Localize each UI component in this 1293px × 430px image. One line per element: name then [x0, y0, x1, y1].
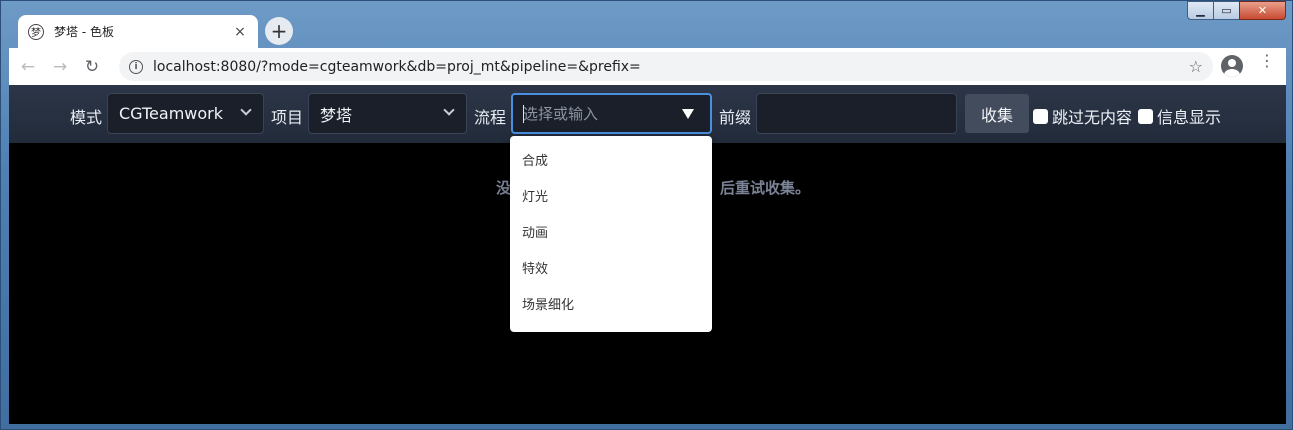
project-label: 项目: [271, 108, 304, 127]
url-text[interactable]: localhost:8080/?mode=cgteamwork&db=proj_…: [153, 59, 1189, 75]
dropdown-option[interactable]: 合成: [510, 144, 712, 180]
show-info-label: 信息显示: [1157, 108, 1222, 127]
status-message-start: 没: [496, 179, 512, 197]
new-tab-button[interactable]: +: [265, 17, 293, 45]
dropdown-triangle-icon[interactable]: [682, 109, 694, 119]
profile-avatar-icon[interactable]: [1221, 55, 1243, 77]
tab-close-icon[interactable]: ×: [232, 24, 248, 40]
dropdown-option[interactable]: 灯光: [510, 180, 712, 216]
collect-button[interactable]: 收集: [965, 94, 1029, 133]
skip-empty-label: 跳过无内容: [1052, 108, 1133, 127]
address-bar[interactable]: i localhost:8080/?mode=cgteamwork&db=pro…: [119, 52, 1213, 81]
mode-label: 模式: [70, 108, 103, 127]
minimize-icon[interactable]: ▁: [1187, 1, 1214, 20]
back-icon[interactable]: ←: [15, 54, 41, 80]
page-content: 模式 CGTeamwork 项目 梦塔 流程 选择或输入 前缀 收集 跳过无内容…: [9, 85, 1286, 424]
status-message-end: 后重试收集。: [720, 179, 811, 197]
tab-title: 梦塔 - 色板: [54, 25, 114, 39]
browser-menu-icon[interactable]: ⋮: [1259, 53, 1275, 77]
pipeline-combobox[interactable]: 选择或输入: [511, 93, 712, 134]
maximize-icon[interactable]: ▭: [1213, 1, 1240, 20]
reload-icon[interactable]: ↻: [79, 54, 105, 80]
browser-toolbar: ← → ↻ i localhost:8080/?mode=cgteamwork&…: [9, 48, 1286, 85]
dropdown-option[interactable]: 场景细化: [510, 288, 712, 324]
pipeline-label: 流程: [474, 108, 507, 127]
prefix-input[interactable]: [756, 93, 957, 134]
browser-window: ▁ ▭ ✕ 梦 梦塔 - 色板 × + ← → ↻ i localhost:80…: [0, 0, 1293, 430]
site-info-icon[interactable]: i: [129, 59, 143, 74]
show-info-checkbox[interactable]: [1138, 108, 1153, 124]
forward-icon[interactable]: →: [47, 54, 73, 80]
dropdown-option[interactable]: 特效: [510, 252, 712, 288]
browser-tab[interactable]: 梦 梦塔 - 色板 ×: [18, 15, 258, 48]
window-close-icon[interactable]: ✕: [1239, 1, 1286, 20]
bookmark-star-icon[interactable]: ☆: [1189, 57, 1203, 76]
mode-select-value: CGTeamwork: [119, 104, 224, 123]
text-caret: [523, 105, 524, 123]
prefix-label: 前缀: [719, 108, 752, 127]
skip-empty-checkbox[interactable]: [1033, 108, 1048, 124]
control-bar: 模式 CGTeamwork 项目 梦塔 流程 选择或输入 前缀 收集 跳过无内容…: [9, 85, 1286, 143]
mode-select[interactable]: CGTeamwork: [107, 93, 264, 134]
dropdown-option[interactable]: 动画: [510, 216, 712, 252]
skip-empty-option[interactable]: 跳过无内容: [1033, 104, 1132, 128]
pipeline-placeholder: 选择或输入: [523, 105, 599, 123]
project-select-value: 梦塔: [320, 105, 353, 125]
chevron-down-icon: [443, 104, 455, 116]
window-caption-buttons: ▁ ▭ ✕: [1187, 1, 1286, 20]
chevron-down-icon: [240, 104, 252, 116]
show-info-option[interactable]: 信息显示: [1138, 104, 1221, 128]
pipeline-dropdown-menu: 合成 灯光 动画 特效 场景细化: [510, 136, 712, 332]
favicon-icon: 梦: [28, 23, 44, 40]
project-select[interactable]: 梦塔: [308, 93, 467, 134]
